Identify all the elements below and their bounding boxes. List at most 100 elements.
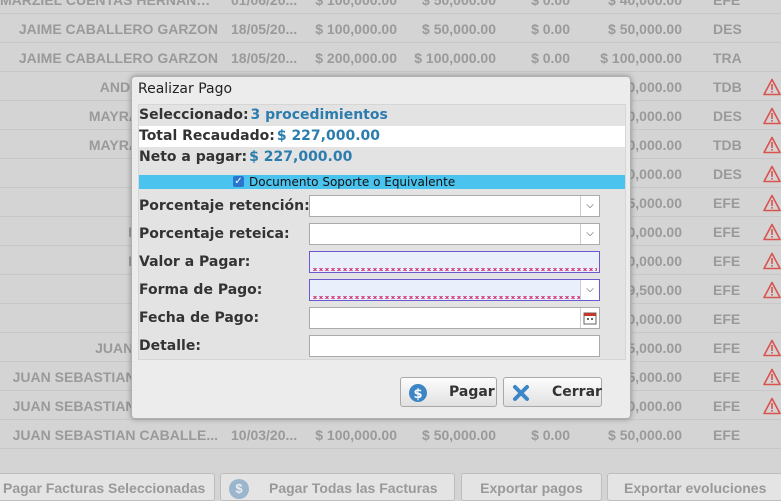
pay-button[interactable]: $ Pagar bbox=[400, 377, 497, 407]
cell-type: EFE bbox=[713, 224, 741, 240]
reteica-select[interactable]: ⌵ bbox=[309, 223, 600, 245]
detail-label: Detalle: bbox=[139, 338, 201, 354]
selected-value: 3 procedimientos bbox=[250, 107, 388, 123]
table-row[interactable]: JAIME CABALLERO GARZON 18/05/20... $ 100,0… bbox=[0, 15, 781, 43]
warning-icon[interactable] bbox=[763, 165, 781, 183]
net-value: $ 227,000.00 bbox=[249, 149, 353, 165]
payment-method-label: Forma de Pago: bbox=[139, 282, 263, 298]
warning-icon[interactable] bbox=[763, 368, 781, 386]
validation-underline bbox=[312, 296, 597, 299]
export-payments-label: Exportar pagos bbox=[480, 480, 583, 496]
cell-v1: $ 200,000.00 bbox=[315, 50, 397, 66]
close-icon bbox=[511, 383, 531, 403]
dollar-coin-icon: $ bbox=[229, 479, 249, 499]
cell-type: DES bbox=[713, 108, 742, 124]
retention-label: Porcentaje retención: bbox=[139, 198, 310, 214]
cell-date: 10/03/20... bbox=[231, 427, 298, 443]
cell-date: 18/05/20... bbox=[231, 50, 298, 66]
total-row: Total Recaudado: $ 227,000.00 bbox=[139, 126, 625, 147]
dialog-body: Seleccionado: 3 procedimientos Total Reca… bbox=[138, 104, 626, 360]
pay-selected-invoices-button[interactable]: Pagar Facturas Seleccionadas bbox=[0, 473, 215, 501]
doc-support-label: Documento Soporte o Equivalente bbox=[249, 175, 456, 189]
doc-support-bar: ✓ Documento Soporte o Equivalente bbox=[139, 175, 625, 189]
payment-method-select[interactable]: ⌵ bbox=[309, 279, 600, 301]
cell-type: EFE bbox=[713, 195, 741, 211]
chevron-down-icon: ⌵ bbox=[580, 224, 599, 244]
cell-v4: $ 40,000.00 bbox=[608, 0, 682, 8]
cell-date: 18/05/20... bbox=[231, 21, 298, 37]
warning-icon[interactable] bbox=[763, 223, 781, 241]
payment-dialog: Realizar Pago Seleccionado: 3 procedimien… bbox=[131, 76, 631, 419]
cell-v1: $ 100,000.00 bbox=[315, 427, 397, 443]
pay-all-label: Pagar Todas las Facturas bbox=[269, 480, 438, 496]
pay-button-label: Pagar bbox=[449, 384, 495, 400]
warning-icon[interactable] bbox=[763, 252, 781, 270]
cell-v2: $ 50,000.00 bbox=[422, 427, 496, 443]
cell-type: EFE bbox=[713, 311, 741, 327]
cell-type: EFE bbox=[713, 340, 741, 356]
cell-type: EFE bbox=[713, 369, 741, 385]
cell-type: EFE bbox=[713, 0, 741, 8]
payment-date-label: Fecha de Pago: bbox=[139, 310, 260, 326]
export-evolutions-label: Exportar evoluciones bbox=[624, 480, 767, 496]
cell-type: TDB bbox=[713, 137, 742, 153]
cell-type: EFE bbox=[713, 253, 741, 269]
dollar-coin-icon: $ bbox=[408, 383, 428, 403]
cell-v3: $ 0.00 bbox=[531, 427, 570, 443]
cell-v1: $ 100,000.00 bbox=[315, 0, 397, 8]
retention-select[interactable]: ⌵ bbox=[309, 195, 600, 217]
warning-icon[interactable] bbox=[763, 78, 781, 96]
total-label: Total Recaudado: bbox=[139, 128, 275, 144]
calendar-icon[interactable] bbox=[580, 308, 599, 328]
pay-all-invoices-button[interactable]: $ Pagar Todas las Facturas bbox=[220, 473, 455, 501]
warning-icon[interactable] bbox=[763, 281, 781, 299]
cell-date: 01/06/20... bbox=[231, 0, 298, 8]
close-button-label: Cerrar bbox=[552, 384, 602, 400]
warning-icon[interactable] bbox=[763, 107, 781, 125]
dialog-title: Realizar Pago bbox=[138, 81, 233, 97]
pay-selected-label: Pagar Facturas Seleccionadas bbox=[3, 480, 206, 496]
cell-v1: $ 100,000.00 bbox=[315, 21, 397, 37]
payment-date-input[interactable] bbox=[309, 307, 600, 329]
cell-type: DES bbox=[713, 21, 742, 37]
doc-support-checkbox[interactable]: ✓ bbox=[233, 176, 244, 187]
selected-row: Seleccionado: 3 procedimientos bbox=[139, 105, 625, 126]
cell-type: EFE bbox=[713, 398, 741, 414]
detail-input[interactable] bbox=[309, 335, 600, 357]
cell-v4: $ 50,000.00 bbox=[608, 21, 682, 37]
table-row[interactable]: MARZIEL CUENTAS HERNANDEZ 01/06/20... $ 10… bbox=[0, 0, 781, 14]
cell-v2: $ 50,000.00 bbox=[422, 0, 496, 8]
warning-icon[interactable] bbox=[763, 397, 781, 415]
cell-type: TRA bbox=[713, 50, 742, 66]
close-button[interactable]: Cerrar bbox=[503, 377, 602, 407]
cell-v3: $ 0.00 bbox=[531, 0, 570, 8]
amount-input[interactable] bbox=[309, 251, 600, 273]
cell-type: DES bbox=[713, 166, 742, 182]
cell-name: MARZIEL CUENTAS HERNANDEZ bbox=[0, 0, 218, 8]
amount-label: Valor a Pagar: bbox=[139, 254, 251, 270]
chevron-down-icon: ⌵ bbox=[580, 196, 599, 216]
warning-icon[interactable] bbox=[763, 339, 781, 357]
warning-icon[interactable] bbox=[763, 136, 781, 154]
chevron-down-icon: ⌵ bbox=[580, 280, 599, 300]
cell-type: EFE bbox=[713, 427, 741, 443]
validation-underline bbox=[312, 268, 597, 271]
cell-v4: $ 100,000.00 bbox=[600, 50, 682, 66]
cell-type: TDB bbox=[713, 79, 742, 95]
export-payments-button[interactable]: Exportar pagos bbox=[461, 473, 602, 501]
total-value: $ 227,000.00 bbox=[276, 128, 381, 144]
net-row: Neto a pagar: $ 227,000.00 bbox=[139, 147, 625, 168]
svg-text:$: $ bbox=[413, 387, 422, 402]
export-evolutions-button[interactable]: Exportar evoluciones bbox=[607, 473, 781, 501]
warning-icon[interactable] bbox=[763, 194, 781, 212]
table-row[interactable]: JAIME CABALLERO GARZON 18/05/20... $ 200,0… bbox=[0, 44, 781, 72]
cell-v3: $ 0.00 bbox=[531, 50, 570, 66]
cell-type: EFE bbox=[713, 282, 741, 298]
selected-label: Seleccionado: bbox=[139, 107, 249, 123]
cell-name: JUAN SEBASTIAN CABALLE... bbox=[12, 427, 218, 443]
reteica-label: Porcentaje reteica: bbox=[139, 226, 290, 242]
table-row[interactable]: JUAN SEBASTIAN CABALLE... 10/03/20... $ 10… bbox=[0, 421, 781, 449]
cell-v2: $ 50,000.00 bbox=[422, 21, 496, 37]
cell-name: JAIME CABALLERO GARZON bbox=[18, 21, 218, 37]
cell-name: JAIME CABALLERO GARZON bbox=[18, 50, 218, 66]
